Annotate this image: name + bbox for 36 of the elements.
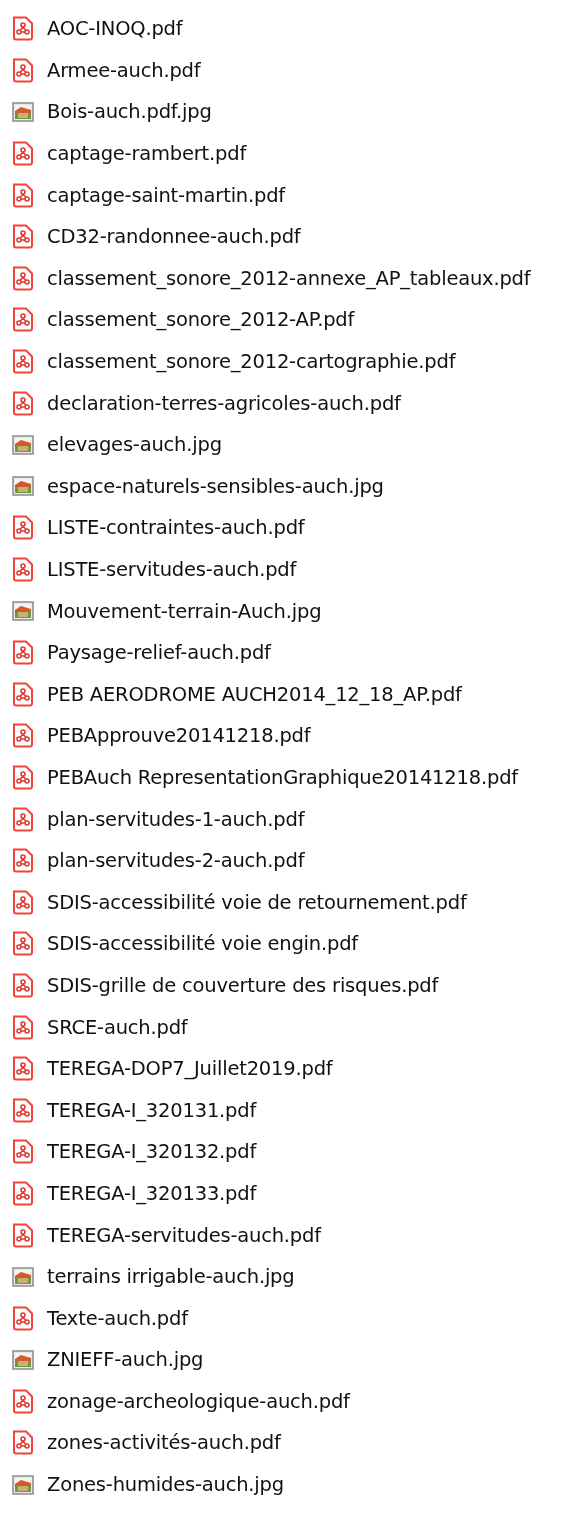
file-name[interactable]: TEREGA-servitudes-auch.pdf: [47, 1223, 321, 1247]
file-name[interactable]: Mouvement-terrain-Auch.jpg: [47, 599, 322, 623]
file-name[interactable]: Texte-auch.pdf: [47, 1306, 188, 1330]
file-name[interactable]: zonage-archeologique-auch.pdf: [47, 1389, 350, 1413]
file-name[interactable]: elevages-auch.jpg: [47, 433, 222, 457]
file-name[interactable]: LISTE-contraintes-auch.pdf: [47, 516, 305, 540]
file-name[interactable]: PEB AERODROME AUCH2014_12_18_AP.pdf: [47, 682, 462, 706]
file-name[interactable]: SDIS-accessibilité voie de retournement.pdf: [47, 890, 467, 914]
file-name[interactable]: plan-servitudes-1-auch.pdf: [47, 807, 305, 831]
file-name[interactable]: Bois-auch.pdf.jpg: [47, 100, 212, 124]
file-name[interactable]: Armee-auch.pdf: [47, 58, 201, 82]
file-name[interactable]: TEREGA-I_320133.pdf: [47, 1181, 257, 1205]
file-name[interactable]: terrains irrigable-auch.jpg: [47, 1265, 295, 1289]
file-name[interactable]: declaration-terres-agricoles-auch.pdf: [47, 391, 401, 415]
file-name[interactable]: ZNIEFF-auch.jpg: [47, 1348, 204, 1372]
file-name[interactable]: PEBAuch RepresentationGraphique20141218.pdf: [47, 766, 518, 789]
file-name[interactable]: AOC-INOQ.pdf: [47, 17, 183, 41]
file-name[interactable]: TEREGA-DOP7_Juillet2019.pdf: [47, 1057, 333, 1081]
file-name[interactable]: TEREGA-I_320131.pdf: [47, 1098, 257, 1122]
file-name[interactable]: classement_sonore_2012-cartographie.pdf: [47, 350, 456, 374]
file-name[interactable]: SRCE-auch.pdf: [47, 1015, 188, 1039]
file-name[interactable]: zones-activités-auch.pdf: [47, 1431, 281, 1455]
file-name[interactable]: SDIS-grille de couverture des risques.pdf: [47, 973, 439, 997]
file-name[interactable]: captage-rambert.pdf: [47, 142, 247, 166]
file-name[interactable]: Paysage-relief-auch.pdf: [47, 641, 271, 665]
file-name[interactable]: classement_sonore_2012-AP.pdf: [47, 308, 355, 332]
file-name[interactable]: captage-saint-martin.pdf: [47, 183, 286, 207]
file-name[interactable]: classement_sonore_2012-annexe_AP_tableaux.pdf: [47, 266, 531, 290]
file-name[interactable]: espace-naturels-sensibles-auch.jpg: [47, 474, 384, 498]
file-name[interactable]: LISTE-servitudes-auch.pdf: [47, 558, 297, 581]
file-name[interactable]: Zones-humides-auch.jpg: [47, 1473, 284, 1497]
file-name[interactable]: SDIS-accessibilité voie engin.pdf: [47, 932, 358, 956]
file-name[interactable]: PEBApprouve20141218.pdf: [47, 724, 311, 748]
file-name[interactable]: CD32-randonnee-auch.pdf: [47, 225, 301, 249]
file-name[interactable]: plan-servitudes-2-auch.pdf: [47, 849, 305, 873]
file-name[interactable]: TEREGA-I_320132.pdf: [47, 1140, 257, 1164]
